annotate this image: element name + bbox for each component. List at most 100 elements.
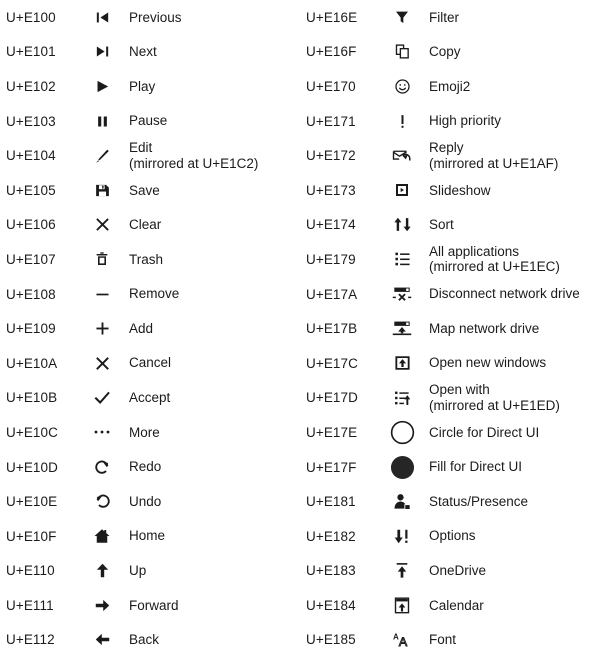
icon-label: Add — [126, 321, 300, 337]
icon-row: U+E16E Filter — [300, 0, 600, 35]
icon-label-text: Filter — [429, 9, 459, 25]
redo-icon — [78, 459, 126, 476]
icon-row: U+E111 Forward — [0, 588, 300, 623]
icon-codepoint: U+E112 — [6, 632, 55, 648]
icon-codepoint: U+E102 — [6, 78, 56, 94]
emoji2-icon — [378, 78, 426, 95]
icon-label: Open new windows — [426, 355, 600, 371]
svg-text:A: A — [393, 633, 399, 642]
icon-label: High priority — [426, 113, 600, 129]
icon-label-text: Status/Presence — [429, 493, 529, 509]
icon-codepoint: U+E184 — [306, 597, 356, 613]
icon-row: U+E105 Save — [0, 173, 300, 208]
icon-label-text: Undo — [129, 493, 162, 509]
icon-label-text: Play — [129, 78, 156, 94]
icon-codepoint: U+E10F — [6, 528, 57, 544]
icon-codepoint: U+E17D — [306, 390, 359, 406]
icon-codepoint: U+E17F — [306, 459, 357, 475]
icon-label: OneDrive — [426, 563, 600, 579]
icon-mirror-note: (mirrored at U+E1AF) — [429, 155, 559, 171]
icon-label-text: Font — [429, 632, 457, 648]
icon-label-text: All applications — [429, 243, 520, 259]
icon-row: U+E107 Trash — [0, 242, 300, 277]
icon-row: U+E182 Options — [300, 519, 600, 554]
icon-codepoint: U+E110 — [6, 563, 55, 579]
icon-row: U+E184 Calendar — [300, 588, 600, 623]
icon-label-text: Reply — [429, 140, 464, 156]
icon-row: U+E10C More — [0, 415, 300, 450]
icon-row: U+E185 A A Font — [300, 623, 600, 657]
icon-label: Forward — [126, 598, 300, 614]
icon-codepoint: U+E106 — [6, 217, 56, 233]
icon-row: U+E173 Slideshow — [300, 173, 600, 208]
icon-codepoint: U+E16F — [306, 44, 357, 60]
icon-codepoint: U+E170 — [306, 78, 356, 94]
icon-row: U+E17F Fill for Direct UI — [300, 450, 600, 485]
next-icon — [78, 43, 126, 60]
icon-row: U+E10A Cancel — [0, 346, 300, 381]
icon-label-text: Save — [129, 182, 160, 198]
icon-codepoint: U+E10A — [6, 355, 58, 371]
icon-row: U+E112 Back — [0, 623, 300, 657]
icon-row: U+E100 Previous — [0, 0, 300, 35]
icon-label-text: Copy — [429, 44, 461, 60]
icon-label: Save — [126, 183, 300, 199]
icon-label: Back — [126, 632, 300, 648]
icon-row: U+E101 Next — [0, 35, 300, 70]
remove-icon — [78, 286, 126, 303]
icon-mirror-note: (mirrored at U+E1C2) — [129, 155, 259, 171]
icon-label-text: Emoji2 — [429, 78, 471, 94]
filter-icon — [378, 9, 426, 25]
icon-label: Map network drive — [426, 321, 600, 337]
icon-codepoint: U+E10C — [6, 424, 59, 440]
icon-label-text: Sort — [429, 217, 454, 233]
add-icon — [78, 320, 126, 337]
icon-codepoint: U+E109 — [6, 321, 56, 337]
icon-codepoint: U+E17A — [306, 286, 358, 302]
icon-row: U+E183 OneDrive — [300, 554, 600, 589]
icon-label: Copy — [426, 44, 600, 60]
icon-label-text: Previous — [129, 9, 182, 25]
icon-label: Fill for Direct UI — [426, 459, 600, 475]
icon-row: U+E103 Pause — [0, 104, 300, 139]
icon-label-text: OneDrive — [429, 563, 487, 579]
all-applications-icon — [378, 251, 426, 267]
icon-label-text: Circle for Direct UI — [429, 424, 540, 440]
icon-label-text: Pause — [129, 113, 168, 129]
calendar-icon — [378, 597, 426, 614]
icon-codepoint: U+E182 — [306, 528, 356, 544]
icon-label-text: Trash — [129, 251, 164, 267]
icon-label: Edit (mirrored at U+E1C2) — [126, 140, 300, 171]
icon-row: U+E17B Map network drive — [300, 311, 600, 346]
icon-codepoint: U+E100 — [6, 9, 56, 25]
icon-codepoint: U+E174 — [306, 217, 356, 233]
icon-label-text: Back — [129, 632, 160, 648]
high-priority-icon — [378, 113, 426, 130]
icon-codepoint: U+E10B — [6, 390, 58, 406]
icon-label: Slideshow — [426, 183, 600, 199]
icon-row: U+E108 Remove — [0, 277, 300, 312]
icon-codepoint: U+E17C — [306, 355, 359, 371]
accept-icon — [78, 389, 126, 407]
icon-codepoint: U+E16E — [306, 9, 358, 25]
more-icon — [78, 428, 126, 436]
icon-label-text: Cancel — [129, 355, 172, 371]
icon-label-text: Open new windows — [429, 355, 547, 371]
circle-filled-icon — [378, 455, 426, 480]
icon-label-text: Up — [129, 563, 147, 579]
icon-label-text: Open with — [429, 382, 490, 398]
icon-codepoint: U+E10E — [6, 494, 58, 510]
icon-label: Open with (mirrored at U+E1ED) — [426, 382, 600, 413]
icon-row: U+E171 High priority — [300, 104, 600, 139]
save-icon — [78, 182, 126, 199]
icon-row: U+E106 Clear — [0, 208, 300, 243]
icon-label: Previous — [126, 10, 300, 26]
icon-label: Next — [126, 44, 300, 60]
icon-codepoint: U+E108 — [6, 286, 56, 302]
icon-label: Circle for Direct UI — [426, 425, 600, 441]
icon-codepoint: U+E111 — [6, 597, 54, 613]
icon-codepoint: U+E181 — [306, 494, 356, 510]
icon-row: U+E17C Open new windows — [300, 346, 600, 381]
icon-codepoint: U+E179 — [306, 251, 356, 267]
up-arrow-icon — [78, 562, 126, 579]
